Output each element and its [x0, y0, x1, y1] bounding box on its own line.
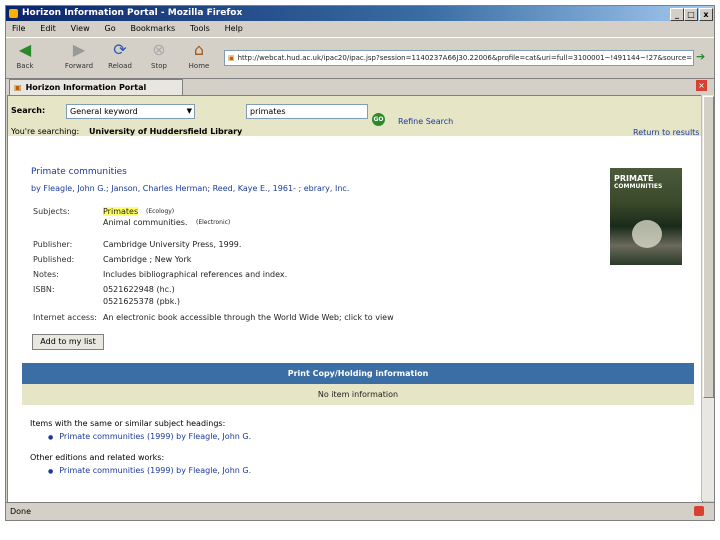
publisher-value: Cambridge University Press, 1999. — [103, 240, 242, 249]
cover-title-line1: PRIMATE — [614, 174, 654, 183]
tab-horizon[interactable]: ▣ Horizon Information Portal — [9, 79, 183, 95]
back-button[interactable]: ◀ Back — [8, 40, 42, 70]
page-content: Search: General keyword ▼ primates GO Re… — [7, 95, 703, 503]
record-authors[interactable]: by Fleagle, John G.; Janson, Charles Her… — [31, 184, 349, 193]
published-value: Cambridge ; New York — [103, 255, 192, 264]
page-icon: ▣ — [228, 54, 235, 62]
subjects-label: Subjects: — [33, 207, 70, 216]
maximize-button[interactable]: □ — [684, 8, 698, 21]
status-bar: Done — [6, 502, 714, 520]
go-arrow-icon[interactable]: ➔ — [696, 50, 705, 63]
stop-icon: ⊗ — [152, 40, 166, 59]
other-editions-heading: Other editions and related works: — [30, 453, 165, 462]
navigation-toolbar: ◀ Back ▶ Forward ⟳ Reload ⊗ Stop ⌂ Home … — [6, 37, 714, 79]
refine-search-link[interactable]: Refine Search — [398, 117, 453, 126]
minimize-button[interactable]: _ — [670, 8, 684, 21]
status-icon — [694, 506, 704, 516]
menu-bar: File Edit View Go Bookmarks Tools Help — [6, 22, 714, 36]
search-panel: Search: General keyword ▼ primates GO Re… — [8, 96, 702, 137]
holdings-header: Print Copy/Holding information — [22, 363, 694, 384]
record-title[interactable]: Primate communities — [31, 167, 127, 177]
add-to-my-list-button[interactable]: Add to my list — [32, 334, 104, 350]
url-bar[interactable]: ▣ http://webcat.hud.ac.uk/ipac20/ipac.jsp… — [224, 50, 694, 66]
browser-window: Horizon Information Portal - Mozilla Fir… — [5, 5, 715, 521]
home-icon: ⌂ — [193, 40, 205, 59]
search-scope-prefix: You're searching: — [11, 127, 80, 136]
subject-primates-link[interactable]: Primates — [103, 207, 139, 216]
tab-strip: ▣ Horizon Information Portal × — [6, 78, 714, 95]
publisher-label: Publisher: — [33, 240, 73, 249]
monkey-photo — [632, 220, 662, 248]
go-button[interactable]: GO — [372, 113, 385, 126]
reload-icon: ⟳ — [113, 40, 127, 59]
stop-label: Stop — [151, 62, 167, 70]
menu-view[interactable]: View — [71, 24, 90, 33]
same-subject-heading: Items with the same or similar subject h… — [30, 419, 226, 428]
status-text: Done — [10, 507, 32, 516]
search-query: primates — [250, 107, 286, 116]
return-to-results-link[interactable]: Return to results — [633, 128, 699, 137]
holdings-none: No item information — [22, 384, 694, 405]
close-button[interactable]: x — [699, 8, 713, 21]
menu-tools[interactable]: Tools — [190, 24, 210, 33]
menu-file[interactable]: File — [12, 24, 25, 33]
other-editions-item-link[interactable]: Primate communities (1999) by Fleagle, J… — [48, 466, 251, 475]
title-bar: Horizon Information Portal - Mozilla Fir… — [6, 6, 714, 21]
cover-title-line2: COMMUNITIES — [614, 183, 663, 190]
isbn-value-1: 0521622948 (hc.) — [103, 285, 175, 294]
search-type-value: General keyword — [70, 107, 138, 116]
isbn-label: ISBN: — [33, 285, 55, 294]
isbn-value-2: 0521625378 (pbk.) — [103, 297, 181, 306]
home-label: Home — [188, 62, 210, 70]
tab-label: Horizon Information Portal — [25, 83, 147, 92]
back-label: Back — [16, 62, 34, 70]
internet-access-label: Internet access: — [33, 313, 97, 322]
window-title: Horizon Information Portal - Mozilla Fir… — [22, 8, 243, 18]
search-type-select[interactable]: General keyword ▼ — [66, 104, 195, 119]
back-arrow-icon: ◀ — [18, 40, 32, 59]
url-text: http://webcat.hud.ac.uk/ipac20/ipac.jsp?… — [237, 54, 693, 62]
subject-primates-note: (Ecology) — [146, 208, 175, 215]
notes-value: Includes bibliographical references and … — [103, 270, 288, 279]
forward-button[interactable]: ▶ Forward — [62, 40, 96, 70]
menu-bookmarks[interactable]: Bookmarks — [130, 24, 175, 33]
published-label: Published: — [33, 255, 75, 264]
subject-animal-communities-note: (Electronic) — [196, 219, 231, 226]
vertical-scrollbar[interactable] — [701, 95, 714, 501]
search-label: Search: — [11, 106, 46, 115]
menu-go[interactable]: Go — [105, 24, 116, 33]
reload-label: Reload — [108, 62, 132, 70]
forward-label: Forward — [64, 62, 94, 70]
close-tab-icon[interactable]: × — [696, 80, 707, 91]
notes-label: Notes: — [33, 270, 59, 279]
menu-edit[interactable]: Edit — [40, 24, 56, 33]
dropdown-arrow-icon: ▼ — [186, 107, 192, 115]
same-subject-item-link[interactable]: Primate communities (1999) by Fleagle, J… — [48, 432, 251, 441]
menu-help[interactable]: Help — [225, 24, 243, 33]
internet-access-link[interactable]: An electronic book accessible through th… — [103, 313, 394, 322]
forward-arrow-icon: ▶ — [72, 40, 86, 59]
scrollbar-thumb[interactable] — [703, 96, 714, 398]
firefox-icon — [9, 9, 18, 18]
search-scope-library: University of Huddersfield Library — [89, 127, 243, 136]
stop-button[interactable]: ⊗ Stop — [142, 40, 176, 70]
subject-animal-communities-link[interactable]: Animal communities. — [103, 218, 187, 227]
reload-button[interactable]: ⟳ Reload — [103, 40, 137, 70]
tab-page-icon: ▣ — [14, 83, 22, 92]
search-input[interactable]: primates — [246, 104, 368, 119]
book-cover-image[interactable]: PRIMATE COMMUNITIES — [610, 168, 682, 265]
home-button[interactable]: ⌂ Home — [182, 40, 216, 70]
